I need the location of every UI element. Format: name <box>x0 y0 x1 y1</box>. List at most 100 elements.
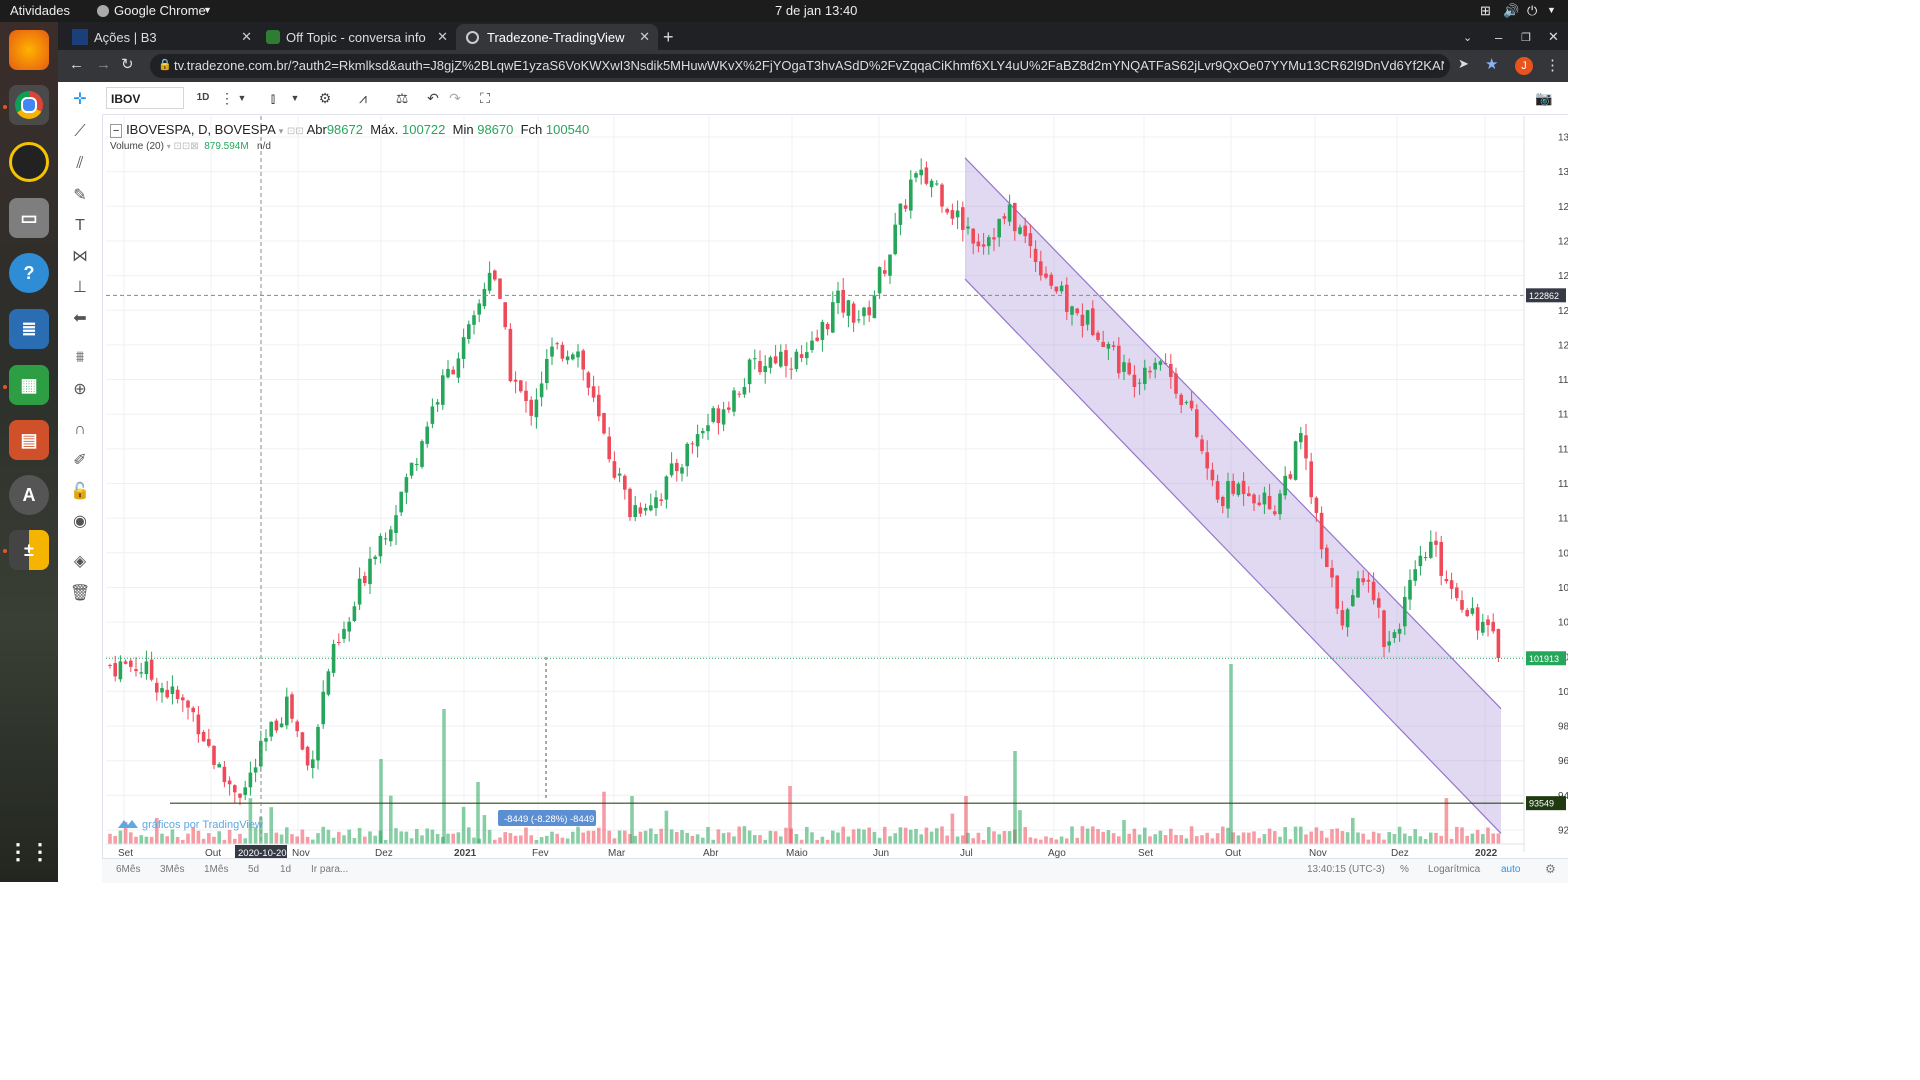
show-apps-icon[interactable]: ⋮⋮ <box>7 832 51 872</box>
close-tab-icon[interactable]: ✕ <box>437 29 448 45</box>
tab-tradezone[interactable]: Tradezone-TradingView ✕ <box>456 24 658 50</box>
rhythmbox-icon[interactable] <box>9 142 49 182</box>
tab-off-topic[interactable]: Off Topic - conversa infor ✕ <box>266 24 456 50</box>
trash-icon[interactable]: 🗑 <box>70 584 90 604</box>
back-icon[interactable]: ← <box>69 56 84 73</box>
fullscreen-icon[interactable]: ⛶ <box>474 87 496 109</box>
lock-drawings-icon[interactable]: 🔓 <box>70 482 90 502</box>
interval-button[interactable]: 1D <box>192 87 214 109</box>
power-icon[interactable]: ⏻ <box>1527 3 1537 19</box>
candles-style-icon[interactable]: ⫾ <box>262 87 284 109</box>
volume-icon[interactable]: 🔊 <box>1503 3 1519 19</box>
candle-body <box>929 180 934 188</box>
pattern-icon[interactable]: ⋈ <box>70 247 90 267</box>
candle-body <box>415 464 419 466</box>
style-chevron-icon[interactable]: ▼ <box>289 87 301 109</box>
zoom-icon[interactable]: ⊕ <box>70 380 90 400</box>
compare-icon[interactable]: ⚖ <box>391 87 413 109</box>
candle-body <box>1283 475 1287 496</box>
activities-button[interactable]: Atividades <box>10 3 70 18</box>
range-1m[interactable]: 1Mês <box>204 864 228 875</box>
maximize-button[interactable]: ❐ <box>1521 24 1531 50</box>
volume-bar <box>747 830 752 844</box>
volume-bar <box>1314 827 1319 844</box>
back-arrow-icon[interactable]: ⬅ <box>70 309 90 329</box>
forecast-icon[interactable]: ⩩ <box>70 348 90 368</box>
magnet-icon[interactable]: ∩ <box>70 420 90 440</box>
undo-icon[interactable]: ↶ <box>424 87 442 109</box>
menu-icon[interactable]: ⋮ <box>1545 56 1560 74</box>
bookmark-star-icon[interactable]: ★ <box>1485 55 1498 73</box>
interval-more-icon[interactable]: ⋮ <box>220 87 234 109</box>
candle-body <box>357 578 362 605</box>
files-icon[interactable]: ▭ <box>9 198 49 238</box>
layers-icon[interactable]: ◈ <box>70 552 90 572</box>
app-menu[interactable]: Google Chrome <box>114 3 206 18</box>
app-menu-chevron-icon[interactable]: ▼ <box>203 5 212 15</box>
price-chart[interactable]: 132000 130000 128000 126000 124000 122000 1200… <box>58 82 1568 882</box>
reload-icon[interactable]: ↻ <box>121 55 134 73</box>
brush-icon[interactable]: ✎ <box>70 186 90 206</box>
tab-acoes[interactable]: Ações | B3 ✕ <box>72 24 260 50</box>
candle-body <box>1101 341 1105 348</box>
volume-settings-icon[interactable]: ⊡⊡⊠ <box>174 141 199 152</box>
calc-icon[interactable]: ▦ <box>9 365 49 405</box>
url-bar[interactable]: 🔒 tv.tradezone.com.br/?auth2=Rkmlksd&aut… <box>150 54 1450 78</box>
lock-icon: 🔒 <box>158 59 170 71</box>
eye-icon[interactable]: ◉ <box>70 512 90 532</box>
candle-body <box>763 366 767 373</box>
crosshair-icon[interactable]: ✛ <box>70 90 90 110</box>
log-toggle[interactable]: Logarítmica <box>1428 864 1480 875</box>
stay-drawing-icon[interactable]: ✐ <box>70 451 90 471</box>
fib-icon[interactable]: ⫽ <box>70 154 90 174</box>
system-menu-chevron-icon[interactable]: ▼ <box>1547 5 1556 15</box>
trendline-icon[interactable]: ⟋ <box>70 122 90 142</box>
tab-search-icon[interactable]: ⌄ <box>1463 24 1472 50</box>
interval-chevron-icon[interactable]: ▼ <box>236 87 248 109</box>
volume-bar <box>503 832 507 844</box>
impress-icon[interactable]: ▤ <box>9 420 49 460</box>
close-tab-icon[interactable]: ✕ <box>639 29 650 45</box>
settings-gear-icon[interactable]: ⚙ <box>314 87 336 109</box>
writer-icon[interactable]: ≣ <box>9 309 49 349</box>
close-tab-icon[interactable]: ✕ <box>241 29 252 45</box>
clock[interactable]: 7 de jan 13:40 <box>775 3 857 18</box>
redo-icon[interactable]: ↷ <box>446 87 464 109</box>
text-tool-icon[interactable]: T <box>70 216 90 236</box>
profile-avatar[interactable]: J <box>1515 57 1533 75</box>
calculator-icon[interactable]: ± <box>9 530 49 570</box>
percent-toggle[interactable]: % <box>1400 864 1409 875</box>
legend-settings-icon[interactable]: ⊡⊡ <box>287 126 304 137</box>
close-window-button[interactable]: ✕ <box>1548 24 1559 50</box>
y-tick-label: 96000 <box>1558 756 1568 767</box>
volume-label[interactable]: Volume (20) <box>110 141 164 152</box>
firefox-icon[interactable] <box>9 30 49 70</box>
legend-title[interactable]: IBOVESPA, D, BOVESPA <box>126 122 275 137</box>
measure-icon[interactable]: ⊥ <box>70 278 90 298</box>
symbol-input[interactable]: IBOV <box>106 87 184 109</box>
clock-readout[interactable]: 13:40:15 (UTC-3) <box>1307 864 1385 875</box>
send-icon[interactable]: ➤ <box>1458 56 1469 72</box>
screenshot-camera-icon[interactable]: 📷 <box>1532 87 1556 109</box>
new-tab-button[interactable]: + <box>663 24 674 50</box>
indicators-icon[interactable]: ⩘ <box>352 87 374 109</box>
range-3m[interactable]: 3Mês <box>160 864 184 875</box>
volume-chevron-icon[interactable]: ▾ <box>167 142 171 151</box>
volume-bar <box>685 832 689 844</box>
range-6m[interactable]: 6Mês <box>116 864 140 875</box>
chrome-dock-icon[interactable] <box>9 85 49 125</box>
auto-toggle[interactable]: auto <box>1501 864 1520 875</box>
network-icon[interactable]: ⊞ <box>1480 3 1491 19</box>
forward-icon[interactable]: → <box>96 56 111 73</box>
minimize-button[interactable]: – <box>1495 24 1502 50</box>
range-5d[interactable]: 5d <box>248 864 259 875</box>
legend-chevron-icon[interactable]: ▾ <box>279 126 284 136</box>
candle-body <box>300 732 305 750</box>
range-1d[interactable]: 1d <box>280 864 291 875</box>
legend-collapse-icon[interactable]: − <box>110 124 123 138</box>
candle-body <box>706 425 710 432</box>
goto-date[interactable]: Ir para... <box>311 864 348 875</box>
help-icon[interactable]: ? <box>9 253 49 293</box>
scale-settings-gear-icon[interactable]: ⚙ <box>1545 862 1556 876</box>
software-icon[interactable]: A <box>9 475 49 515</box>
